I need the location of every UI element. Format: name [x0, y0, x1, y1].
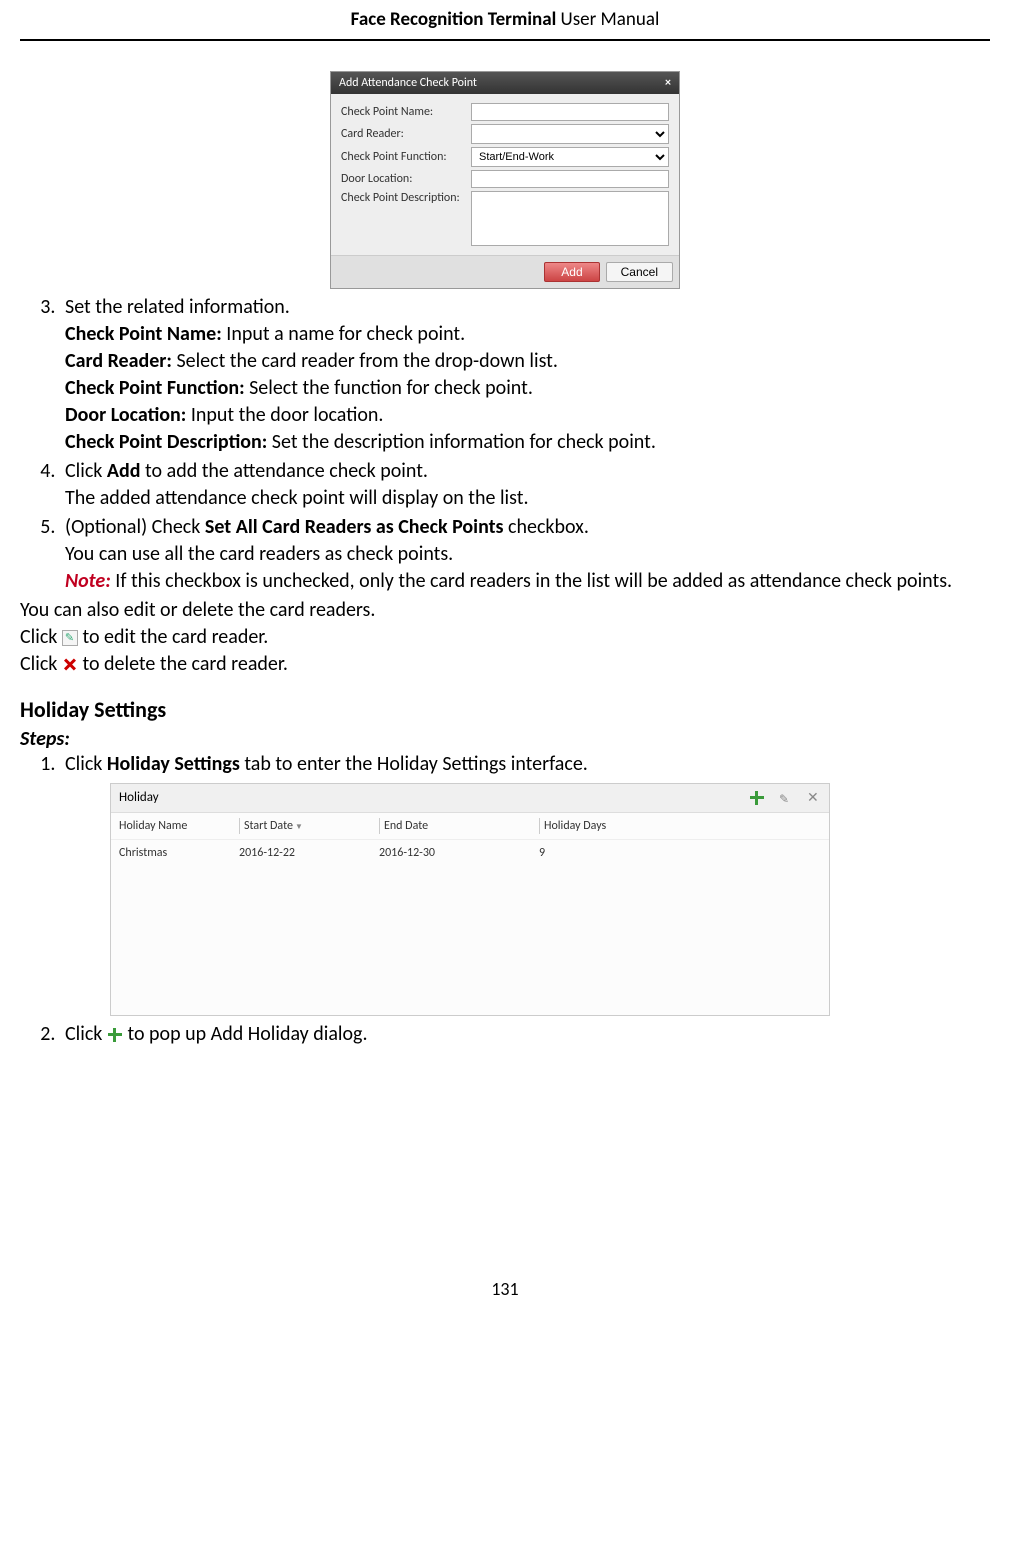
post-step-text-1: You can also edit or delete the card rea…: [20, 597, 990, 624]
plus-icon[interactable]: [107, 1027, 123, 1043]
door-location-label: Door Location:: [341, 172, 471, 186]
add-checkpoint-dialog: Add Attendance Check Point × Check Point…: [330, 71, 680, 289]
checkpoint-description-textarea[interactable]: [471, 191, 669, 246]
holiday-step-2: Click to pop up Add Holiday dialog.: [60, 1021, 990, 1048]
col-end-date[interactable]: End Date: [379, 818, 539, 834]
page-header: Face Recognition Terminal User Manual: [20, 0, 990, 41]
checkpoint-name-input[interactable]: [471, 103, 669, 121]
step-5: (Optional) Check Set All Card Readers as…: [60, 514, 990, 595]
step-3: Set the related information. Check Point…: [60, 294, 990, 456]
edit-icon[interactable]: [62, 630, 78, 646]
edit-icon[interactable]: [779, 791, 793, 805]
dialog-figure: Add Attendance Check Point × Check Point…: [20, 71, 990, 289]
table-row[interactable]: Christmas 2016-12-22 2016-12-30 9: [111, 840, 829, 866]
holiday-settings-heading: Holiday Settings: [20, 696, 990, 723]
checkpoint-function-label: Check Point Function:: [341, 150, 471, 164]
sort-caret-icon: ▼: [295, 822, 303, 832]
add-button[interactable]: Add: [544, 262, 599, 282]
holiday-panel-title: Holiday: [119, 789, 159, 807]
holiday-panel: Holiday ✕ Holiday Name Start Date▼ End D…: [110, 783, 830, 1016]
post-step-text-3: Click to delete the card reader.: [20, 651, 990, 678]
dialog-titlebar: Add Attendance Check Point ×: [331, 72, 679, 94]
step-4: Click Add to add the attendance check po…: [60, 458, 990, 512]
close-icon[interactable]: ✕: [807, 791, 821, 805]
holiday-step-1: Click Holiday Settings tab to enter the …: [60, 751, 990, 1016]
page-number: 131: [20, 1278, 990, 1300]
cancel-button[interactable]: Cancel: [606, 262, 673, 282]
col-holiday-name[interactable]: Holiday Name: [119, 818, 239, 834]
checkpoint-name-label: Check Point Name:: [341, 105, 471, 119]
close-icon[interactable]: ×: [665, 76, 671, 90]
steps-list-1: Set the related information. Check Point…: [20, 294, 990, 595]
steps-label: Steps:: [20, 727, 990, 751]
plus-icon[interactable]: [749, 790, 765, 806]
header-title-bold: Face Recognition Terminal: [351, 8, 557, 31]
checkpoint-function-select[interactable]: Start/End-Work: [471, 147, 669, 167]
holiday-table-header: Holiday Name Start Date▼ End Date Holida…: [111, 813, 829, 840]
delete-icon[interactable]: [62, 657, 78, 673]
header-title-rest: User Manual: [556, 8, 659, 31]
door-location-input[interactable]: [471, 170, 669, 188]
dialog-title-text: Add Attendance Check Point: [339, 76, 477, 90]
post-step-text-2: Click to edit the card reader.: [20, 624, 990, 651]
page-content: Add Attendance Check Point × Check Point…: [0, 41, 1010, 1320]
steps-list-2: Click Holiday Settings tab to enter the …: [20, 751, 990, 1048]
card-reader-select[interactable]: [471, 124, 669, 144]
col-holiday-days[interactable]: Holiday Days: [539, 818, 679, 834]
checkpoint-description-label: Check Point Description:: [341, 191, 471, 205]
card-reader-label: Card Reader:: [341, 127, 471, 141]
col-start-date[interactable]: Start Date▼: [239, 818, 379, 834]
